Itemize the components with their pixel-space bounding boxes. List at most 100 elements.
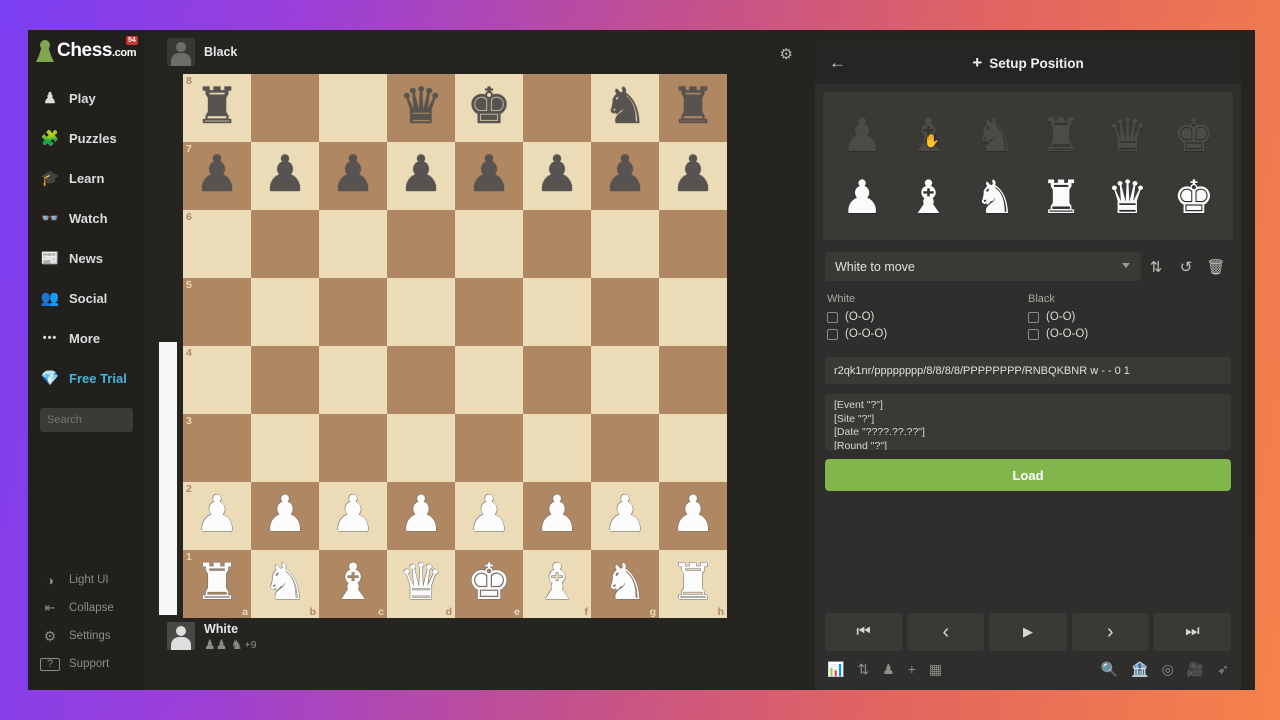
board-square-b3[interactable] <box>251 414 319 482</box>
tray-black-bishop[interactable]: ♝ ✋ <box>908 112 949 158</box>
board-square-g7[interactable]: ♟ <box>591 142 659 210</box>
board-square-b1[interactable]: b ♞ <box>251 550 319 618</box>
board-square-g8[interactable]: ♞ <box>591 74 659 142</box>
play-button[interactable]: ▶ <box>989 613 1067 651</box>
board-square-e8[interactable]: ♚ <box>455 74 523 142</box>
flip-board-icon[interactable]: ⇅ <box>857 661 869 678</box>
black-rook[interactable]: ♜ <box>195 81 240 131</box>
board-square-c6[interactable] <box>319 210 387 278</box>
trash-icon[interactable]: 🗑 <box>1201 258 1231 276</box>
board-square-b5[interactable] <box>251 278 319 346</box>
board-square-h3[interactable] <box>659 414 727 482</box>
analysis-chart-icon[interactable]: 📊 <box>827 661 844 678</box>
back-arrow-icon[interactable]: ← <box>829 53 846 73</box>
tray-black-knight[interactable]: ♞ <box>974 112 1015 158</box>
board-square-h6[interactable] <box>659 210 727 278</box>
board-square-e7[interactable]: ♟ <box>455 142 523 210</box>
sidebar-item-light-ui[interactable]: ◑ Light UI <box>28 566 145 594</box>
black-pawn[interactable]: ♟ <box>195 149 240 199</box>
search-input[interactable] <box>40 408 133 432</box>
notification-badge[interactable]: 54 <box>126 36 138 45</box>
black-queenside-castle-row[interactable]: (O-O-O) <box>1028 328 1229 340</box>
sidebar-item-play[interactable]: ♟ Play <box>28 78 145 118</box>
board-square-a2[interactable]: 2 ♟ <box>183 482 251 550</box>
next-move-button[interactable]: › <box>1071 613 1149 651</box>
board-square-e4[interactable] <box>455 346 523 414</box>
tray-white-rook[interactable]: ♜ <box>1041 174 1082 220</box>
load-button[interactable]: Load <box>825 459 1231 491</box>
avatar[interactable] <box>167 38 195 66</box>
board-square-b4[interactable] <box>251 346 319 414</box>
black-pawn[interactable]: ♟ <box>671 149 716 199</box>
board-square-h4[interactable] <box>659 346 727 414</box>
board-square-h7[interactable]: ♟ <box>659 142 727 210</box>
white-pawn[interactable]: ♟ <box>467 489 512 539</box>
camera-icon[interactable]: 🎥 <box>1187 661 1204 678</box>
chesscom-logo[interactable]: Chess.com 54 <box>28 30 145 74</box>
board-square-g6[interactable] <box>591 210 659 278</box>
share-icon[interactable]: ➶ <box>1217 661 1229 678</box>
board-square-e3[interactable] <box>455 414 523 482</box>
black-pawn[interactable]: ♟ <box>535 149 580 199</box>
add-icon[interactable]: + <box>908 661 916 678</box>
board-square-c7[interactable]: ♟ <box>319 142 387 210</box>
board-square-g5[interactable] <box>591 278 659 346</box>
black-queen[interactable]: ♛ <box>399 81 444 131</box>
tray-white-king[interactable]: ♚ <box>1173 174 1214 220</box>
board-square-a4[interactable]: 4 <box>183 346 251 414</box>
pgn-textarea[interactable]: [Event "?"] [Site "?"] [Date "????.??.??… <box>825 394 1231 450</box>
sidebar-item-news[interactable]: 📰 News <box>28 238 145 278</box>
board-square-a7[interactable]: 7 ♟ <box>183 142 251 210</box>
checkbox[interactable] <box>827 311 838 323</box>
board-square-f4[interactable] <box>523 346 591 414</box>
board-square-f2[interactable]: ♟ <box>523 482 591 550</box>
white-bishop[interactable]: ♝ <box>331 557 376 607</box>
board-square-e2[interactable]: ♟ <box>455 482 523 550</box>
tray-white-knight[interactable]: ♞ <box>974 174 1015 220</box>
black-pawn[interactable]: ♟ <box>467 149 512 199</box>
board-square-g3[interactable] <box>591 414 659 482</box>
board-square-g4[interactable] <box>591 346 659 414</box>
sidebar-item-puzzles[interactable]: 🧩 Puzzles <box>28 118 145 158</box>
tray-black-pawn[interactable]: ♟ <box>842 112 883 158</box>
chessboard[interactable]: 8 ♜ ♛ ♚ ♞ ♜ 7 ♟ ♟ ♟ ♟ ♟ ♟ ♟ ♟ 6 5 4 3 2 ♟ ♟ ♟ ♟ ♟ ♟ ♟ ♟ 1 a ♜ b ♞ c ♝ d ♛ e ♚ f… <box>183 74 727 618</box>
board-square-c4[interactable] <box>319 346 387 414</box>
board-square-d8[interactable]: ♛ <box>387 74 455 142</box>
board-square-c3[interactable] <box>319 414 387 482</box>
board-square-f6[interactable] <box>523 210 591 278</box>
board-square-f1[interactable]: f ♝ <box>523 550 591 618</box>
pieces-icon[interactable]: ♟ <box>882 661 895 678</box>
board-square-b7[interactable]: ♟ <box>251 142 319 210</box>
white-pawn[interactable]: ♟ <box>195 489 240 539</box>
fen-input[interactable] <box>825 357 1231 384</box>
board-square-e6[interactable] <box>455 210 523 278</box>
reset-icon[interactable]: ↺ <box>1171 258 1201 276</box>
library-icon[interactable]: 🏦 <box>1131 661 1148 678</box>
white-pawn[interactable]: ♟ <box>671 489 716 539</box>
white-queenside-castle-row[interactable]: (O-O-O) <box>827 328 1028 340</box>
white-pawn[interactable]: ♟ <box>535 489 580 539</box>
board-square-d1[interactable]: d ♛ <box>387 550 455 618</box>
previous-move-button[interactable]: ‹ <box>907 613 985 651</box>
board-square-b8[interactable] <box>251 74 319 142</box>
board-square-d5[interactable] <box>387 278 455 346</box>
board-square-h1[interactable]: h ♜ <box>659 550 727 618</box>
board-square-c2[interactable]: ♟ <box>319 482 387 550</box>
sidebar-item-learn[interactable]: 🎓 Learn <box>28 158 145 198</box>
tray-white-queen[interactable]: ♛ <box>1107 174 1148 220</box>
board-square-h5[interactable] <box>659 278 727 346</box>
white-rook[interactable]: ♜ <box>671 557 716 607</box>
avatar[interactable] <box>167 622 195 650</box>
tray-white-pawn[interactable]: ♟ <box>842 174 883 220</box>
white-knight[interactable]: ♞ <box>603 557 648 607</box>
black-knight[interactable]: ♞ <box>603 81 648 131</box>
board-square-e1[interactable]: e ♚ <box>455 550 523 618</box>
board-square-b2[interactable]: ♟ <box>251 482 319 550</box>
board-square-f5[interactable] <box>523 278 591 346</box>
board-square-g1[interactable]: g ♞ <box>591 550 659 618</box>
piece-tray[interactable]: ♟ ♝ ✋ ♞ ♜ ♛ ♚ ♟ ♝ ♞ ♜ ♛ ♚ <box>823 92 1233 240</box>
board-square-d3[interactable] <box>387 414 455 482</box>
sidebar-item-more[interactable]: ••• More <box>28 318 145 358</box>
board-square-f3[interactable] <box>523 414 591 482</box>
board-square-d2[interactable]: ♟ <box>387 482 455 550</box>
